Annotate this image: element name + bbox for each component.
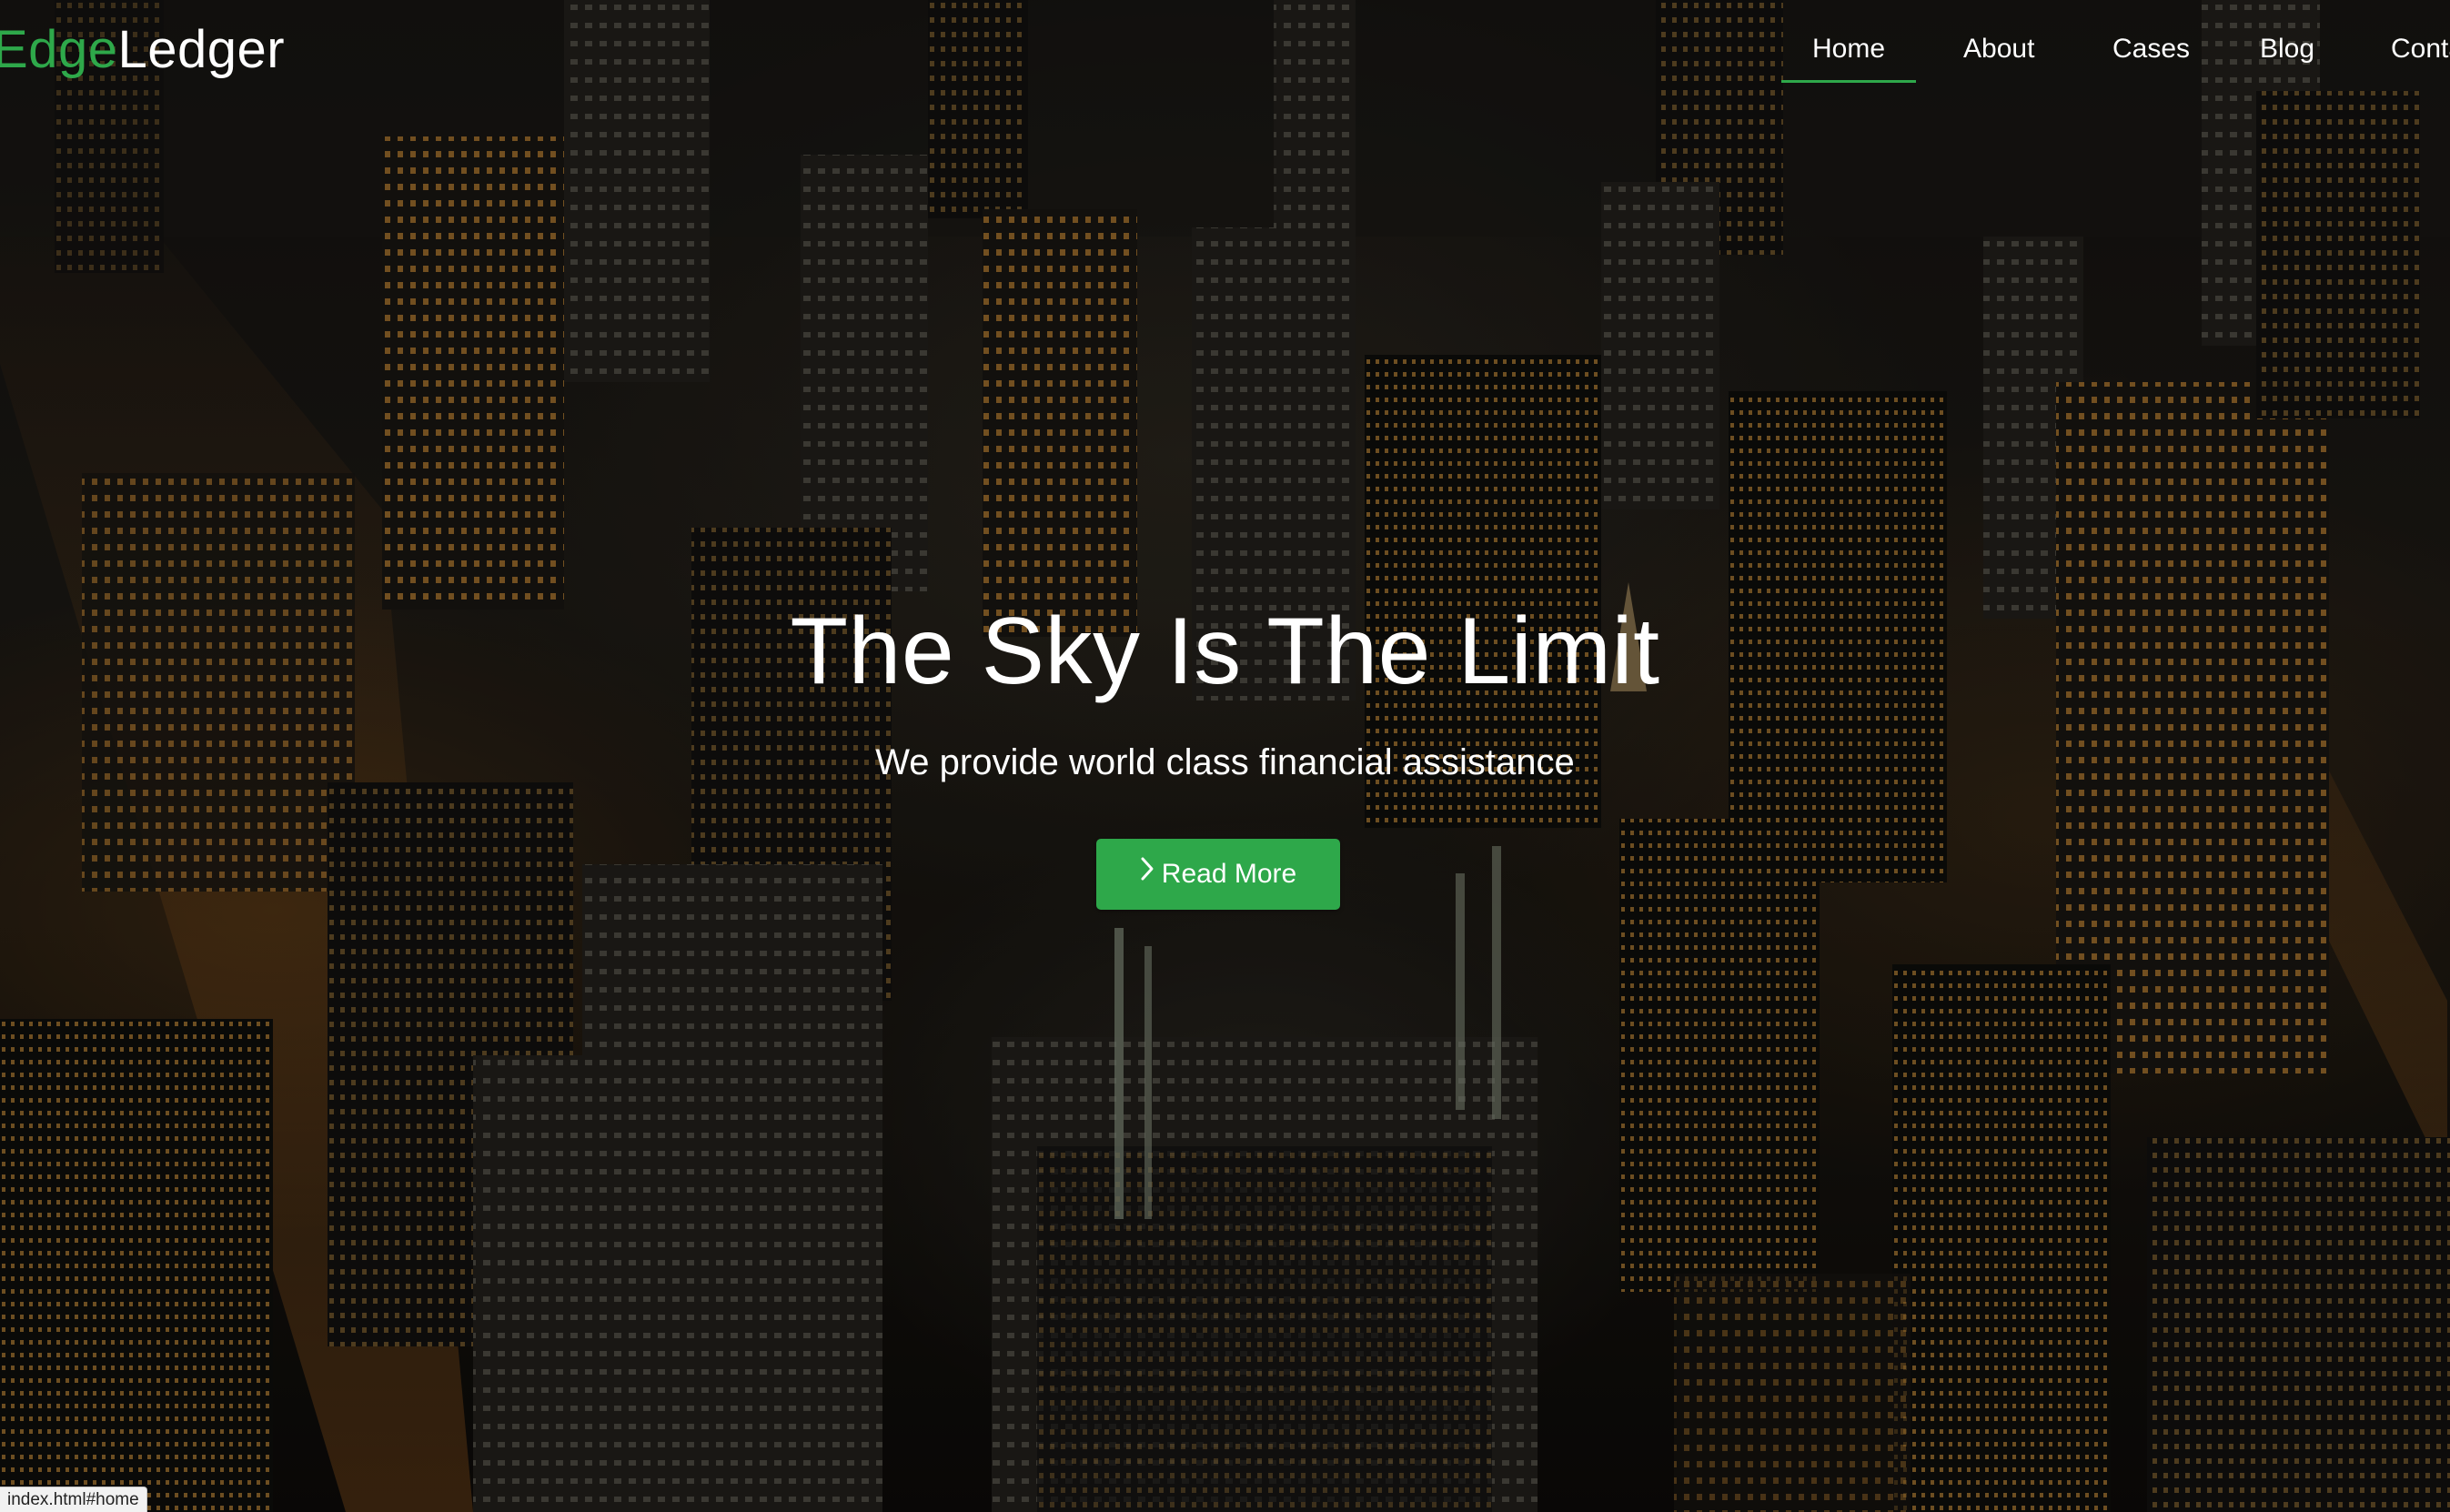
read-more-label: Read More: [1161, 859, 1297, 889]
brand-logo-text: Ledger: [117, 20, 286, 79]
hero-subtitle: We provide world class financial assista…: [875, 742, 1575, 782]
hero-content: The Sky Is The Limit We provide world cl…: [0, 597, 2450, 784]
nav-item-cases[interactable]: Cases: [2112, 33, 2190, 66]
nav-item-blog[interactable]: Blog: [2260, 33, 2314, 66]
chevron-right-icon: [1140, 838, 1154, 909]
nav-item-contact[interactable]: Conta: [2391, 33, 2450, 66]
nav-item-home[interactable]: Home: [1812, 33, 1885, 66]
status-bar-url: index.html#home: [0, 1487, 147, 1512]
brand-logo[interactable]: EdgeLedger: [0, 18, 285, 82]
hero-section: EdgeLedger Home About Cases Blog Conta T…: [0, 0, 2450, 1512]
nav-active-indicator: [1781, 80, 1916, 83]
brand-logo-accent: Edge: [0, 20, 118, 79]
top-navbar: EdgeLedger Home About Cases Blog Conta: [0, 0, 2450, 100]
nav-item-about[interactable]: About: [1963, 33, 2034, 66]
hero-title: The Sky Is The Limit: [790, 599, 1660, 704]
read-more-button[interactable]: Read More: [1096, 839, 1340, 910]
